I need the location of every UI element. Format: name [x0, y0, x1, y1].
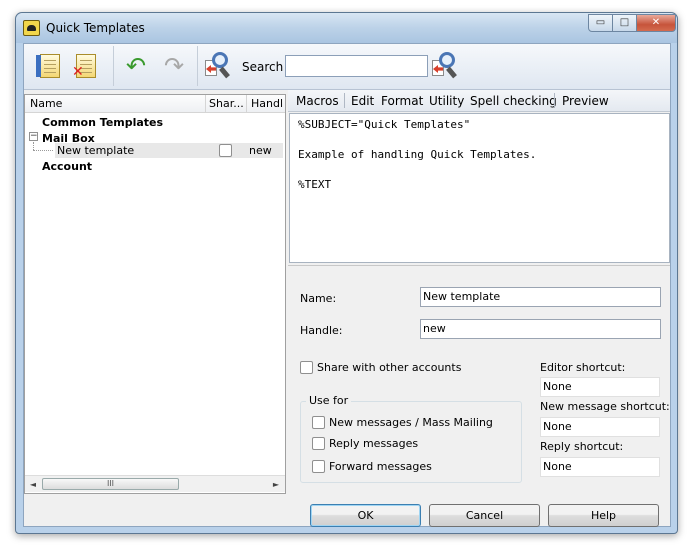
menu-edit[interactable]: Edit — [351, 94, 374, 108]
lens-icon — [212, 52, 228, 68]
new-message-shortcut-label: New message shortcut: — [540, 400, 670, 413]
reply-shortcut-label: Reply shortcut: — [540, 440, 624, 453]
tree-header: Name Shar... Handl — [25, 95, 285, 113]
scroll-left-icon[interactable]: ◄ — [26, 478, 40, 491]
new-template-icon[interactable] — [36, 51, 64, 81]
bat-app-icon — [23, 20, 40, 36]
tree-node-handle: new — [249, 144, 272, 157]
handle-label: Handle: — [300, 324, 343, 337]
name-label: Name: — [300, 292, 337, 305]
toolbar-group-history: ↶ ↷ — [114, 46, 198, 86]
use-new-messages-checkbox[interactable] — [312, 416, 325, 429]
new-message-shortcut-field[interactable]: None — [540, 417, 660, 437]
undo-icon[interactable]: ↶ — [122, 51, 150, 81]
handle-field[interactable]: new — [420, 319, 661, 339]
template-editor[interactable]: %SUBJECT="Quick Templates" Example of ha… — [289, 113, 670, 263]
minimize-button[interactable]: ▭ — [588, 14, 613, 32]
search-input[interactable] — [285, 55, 428, 77]
editor-shortcut-label: Editor shortcut: — [540, 361, 626, 374]
editor-line-text: %TEXT — [298, 178, 332, 191]
menu-divider — [344, 93, 345, 108]
column-name[interactable]: Name — [30, 97, 200, 110]
dialog-client-area: ✕ ↶ ↷ Search Name Shar... Handl Common T… — [23, 43, 671, 527]
use-forward-label: Forward messages — [329, 460, 432, 473]
column-handle[interactable]: Handl — [251, 97, 285, 110]
menu-preview[interactable]: Preview — [562, 94, 609, 108]
column-divider[interactable] — [246, 95, 247, 113]
editor-line-subject: %SUBJECT="Quick Templates" — [298, 118, 471, 131]
editor-menubar: Macros Edit Format Utility Spell checkin… — [288, 90, 670, 112]
handle-icon — [219, 66, 230, 79]
toolbar-group-edit: ✕ — [26, 46, 114, 86]
collapse-mailbox-icon[interactable]: − — [29, 132, 38, 141]
use-for-group: Use for New messages / Mass Mailing Repl… — [300, 394, 522, 483]
menu-format[interactable]: Format — [381, 94, 423, 108]
horizontal-scrollbar[interactable]: ◄ III ► — [25, 475, 285, 492]
shared-checkbox[interactable] — [219, 144, 232, 157]
use-for-title: Use for — [306, 394, 352, 407]
use-new-messages-row[interactable]: New messages / Mass Mailing — [312, 416, 493, 429]
menu-spell-label: Spell checking — [470, 94, 557, 108]
menu-utility[interactable]: Utility — [429, 94, 464, 108]
lens-icon — [439, 52, 455, 68]
scroll-right-icon[interactable]: ► — [269, 478, 283, 491]
tree-node-new-template[interactable]: New template — [57, 144, 134, 157]
tree-connector — [33, 150, 53, 151]
use-forward-row[interactable]: Forward messages — [312, 460, 432, 473]
column-shared[interactable]: Shar... — [209, 97, 245, 110]
reply-shortcut-field[interactable]: None — [540, 457, 660, 477]
menu-edit-label: Edit — [351, 94, 375, 108]
find-icon[interactable] — [204, 50, 234, 82]
use-new-messages-label: New messages / Mass Mailing — [329, 416, 493, 429]
menu-format-label: Format — [381, 94, 424, 108]
delete-template-icon[interactable]: ✕ — [72, 51, 100, 81]
menu-macros-label: Macros — [296, 94, 339, 108]
name-field[interactable]: New template — [420, 287, 661, 307]
menu-spell-checking[interactable]: Spell checking — [470, 94, 557, 108]
tree-connector — [33, 142, 34, 150]
share-checkbox[interactable] — [300, 361, 313, 374]
title-bar[interactable]: Quick Templates ▭ □ ✕ — [16, 13, 677, 43]
editor-line-example: Example of handling Quick Templates. — [298, 148, 537, 161]
use-reply-checkbox[interactable] — [312, 437, 325, 450]
document-edge-icon — [36, 55, 41, 77]
menu-preview-label: Preview — [562, 94, 609, 108]
tree-node-account[interactable]: Account — [42, 160, 92, 173]
share-checkbox-row[interactable]: Share with other accounts — [300, 361, 461, 374]
use-reply-row[interactable]: Reply messages — [312, 437, 418, 450]
search-label: Search — [242, 60, 284, 74]
menu-macros[interactable]: Macros — [296, 94, 339, 108]
help-button[interactable]: Help — [548, 504, 659, 527]
window-title: Quick Templates — [46, 21, 145, 35]
tree-node-common-templates[interactable]: Common Templates — [42, 116, 163, 129]
cancel-button[interactable]: Cancel — [429, 504, 540, 527]
use-reply-label: Reply messages — [329, 437, 419, 450]
column-divider[interactable] — [205, 95, 206, 113]
redo-icon[interactable]: ↷ — [160, 51, 188, 81]
template-tree[interactable]: Name Shar... Handl Common Templates − Ma… — [24, 94, 286, 494]
document-icon — [40, 54, 60, 78]
scroll-thumb[interactable]: III — [42, 478, 179, 490]
ok-button[interactable]: OK — [310, 504, 421, 527]
template-properties: Name: New template Handle: new Share wit… — [288, 265, 670, 497]
quick-templates-window: Quick Templates ▭ □ ✕ ✕ ↶ ↷ Search Name … — [15, 12, 678, 534]
toolbar: ✕ ↶ ↷ Search — [24, 44, 670, 90]
handle-icon — [446, 66, 457, 79]
menu-divider — [554, 93, 555, 108]
close-button[interactable]: ✕ — [636, 14, 676, 32]
dialog-button-bar: OK Cancel Help — [24, 497, 670, 527]
menu-utility-label: Utility — [429, 94, 465, 108]
delete-x-icon: ✕ — [72, 64, 84, 80]
share-label: Share with other accounts — [317, 361, 462, 374]
use-forward-checkbox[interactable] — [312, 460, 325, 473]
maximize-button[interactable]: □ — [612, 14, 637, 32]
search-go-icon[interactable] — [431, 50, 461, 82]
editor-shortcut-field[interactable]: None — [540, 377, 660, 397]
